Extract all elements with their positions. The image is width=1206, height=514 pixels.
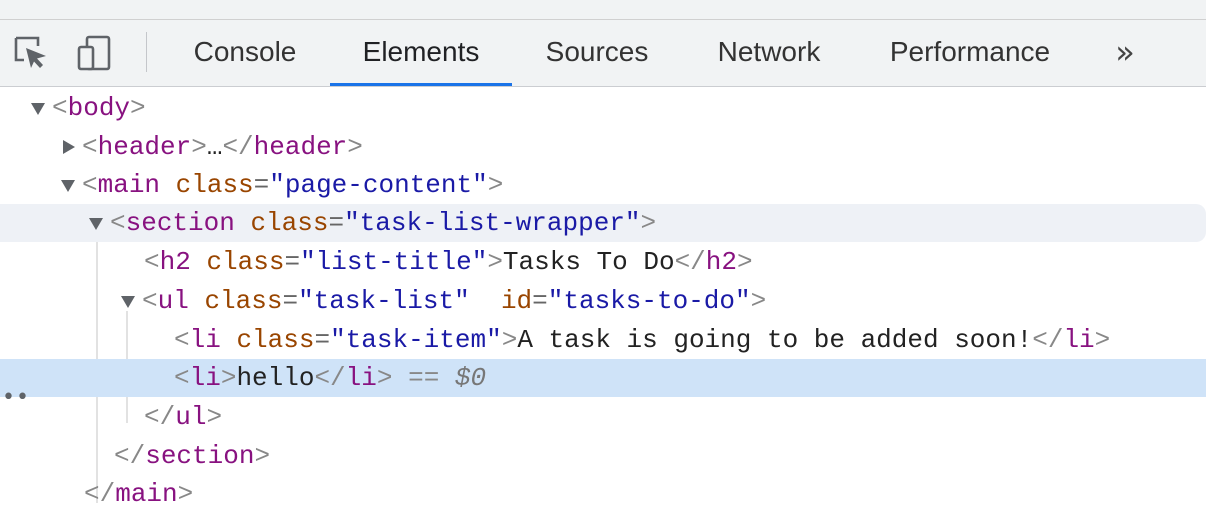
dom-node-section[interactable]: <section class="task-list-wrapper"> xyxy=(0,204,1206,242)
dom-node-ul-close-text: </ul> xyxy=(144,402,223,432)
tab-sources[interactable]: Sources xyxy=(526,20,668,86)
devtools-toolbar: Console Elements Sources Network Perform… xyxy=(0,20,1206,87)
tab-performance-label: Performance xyxy=(889,36,1051,67)
dom-node-main-close-text: </main> xyxy=(84,479,194,509)
device-toolbar-icon[interactable] xyxy=(76,34,114,72)
expand-triangle-icon[interactable] xyxy=(118,282,138,320)
dom-node-li-task-item[interactable]: <li class="task-item">A task is going to… xyxy=(0,321,1206,359)
active-tab-indicator xyxy=(330,83,512,86)
dom-node-section-text: <section class="task-list-wrapper"> xyxy=(110,208,657,238)
collapsed-triangle-icon[interactable] xyxy=(60,128,80,166)
dom-node-header[interactable]: <header>…</header> xyxy=(0,128,1206,166)
tab-console-label: Console xyxy=(193,36,297,67)
dom-node-main[interactable]: <main class="page-content"> xyxy=(0,166,1206,204)
dom-tree: <body> <header>…</header> <main class="p… xyxy=(0,87,1206,514)
dom-node-ul-close[interactable]: </ul> xyxy=(0,398,1206,436)
selected-node-marker: == xyxy=(408,363,455,393)
dom-node-header-text: <header>…</header> xyxy=(82,132,363,162)
tab-elements[interactable]: Elements xyxy=(330,20,512,86)
dom-node-main-close[interactable]: </main> xyxy=(0,475,1206,513)
dom-node-li-task-item-text: <li class="task-item">A task is going to… xyxy=(174,325,1111,355)
dom-node-ul[interactable]: <ul class="task-list" id="tasks-to-do"> xyxy=(0,282,1206,320)
expand-triangle-icon[interactable] xyxy=(86,204,106,242)
tab-network-label: Network xyxy=(717,36,821,67)
dom-node-h2[interactable]: <h2 class="list-title">Tasks To Do</h2> xyxy=(0,243,1206,281)
toolbar-divider xyxy=(146,32,147,72)
dom-node-h2-text: <h2 class="list-title">Tasks To Do</h2> xyxy=(144,247,753,277)
inspect-element-icon[interactable] xyxy=(12,34,50,72)
dom-node-li-selected-text: <li>hello</li> == $0 xyxy=(174,363,487,393)
expand-triangle-icon[interactable] xyxy=(28,89,48,127)
tab-performance[interactable]: Performance xyxy=(870,20,1070,86)
more-tabs-chevron-icon[interactable]: » xyxy=(1106,36,1138,70)
tab-elements-label: Elements xyxy=(362,36,480,67)
tab-network[interactable]: Network xyxy=(696,20,842,86)
dom-node-ul-text: <ul class="task-list" id="tasks-to-do"> xyxy=(142,286,767,316)
selected-node-ref: $0 xyxy=(454,363,487,393)
dom-node-body-text: <body> xyxy=(52,93,146,123)
dom-node-section-close[interactable]: </section> xyxy=(0,437,1206,475)
dom-node-section-close-text: </section> xyxy=(114,441,271,471)
dom-node-body[interactable]: <body> xyxy=(0,89,1206,127)
dom-node-main-text: <main class="page-content"> xyxy=(82,170,504,200)
tab-sources-label: Sources xyxy=(545,36,649,67)
expand-triangle-icon[interactable] xyxy=(58,166,78,204)
window-top-strip xyxy=(0,0,1206,20)
tab-console[interactable]: Console xyxy=(172,20,318,86)
dom-node-li-selected[interactable]: <li>hello</li> == $0 xyxy=(0,359,1206,397)
